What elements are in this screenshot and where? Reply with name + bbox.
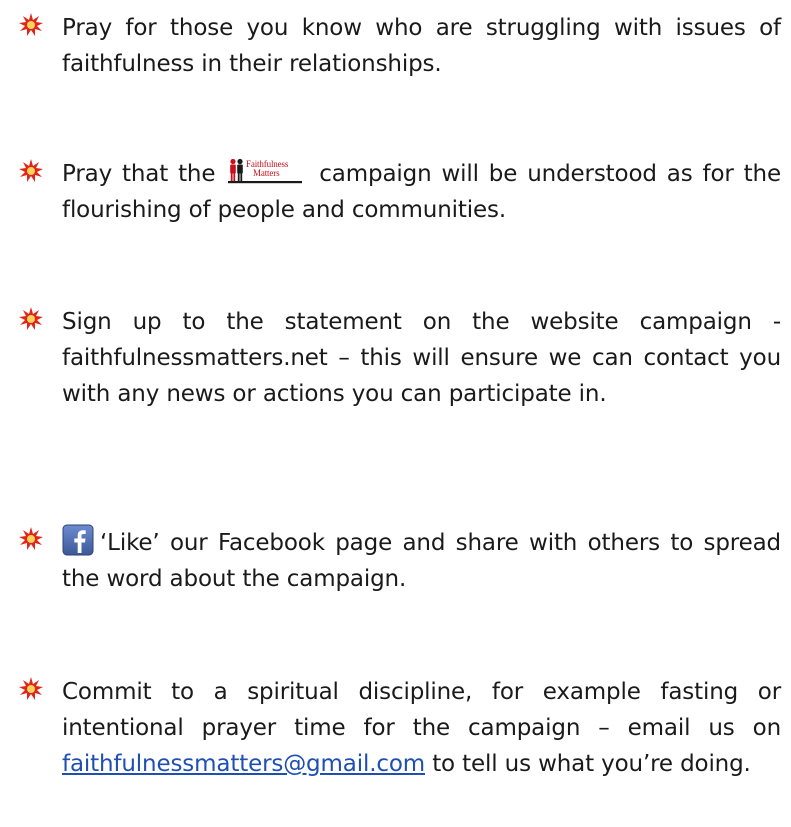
list-item-text-content: ‘Like’ our Facebook page and share with … (62, 530, 781, 592)
starburst-bullet-icon (19, 307, 43, 330)
starburst-bullet-icon (19, 677, 43, 700)
faithfulness-matters-logo-icon: Faithfulness Matters (228, 158, 303, 184)
list-item-text: Commit to a spiritual discipline, for ex… (62, 674, 781, 782)
prayer-action-list: Pray for those you know who are struggli… (0, 0, 791, 827)
list-item-text: Pray that the Faithfulness Matters campa… (62, 156, 781, 228)
list-item: Commit to a spiritual discipline, for ex… (18, 674, 783, 782)
list-item-text-after: to tell us what you’re doing. (425, 751, 751, 777)
list-item-text-before: Commit to a spiritual discipline, for ex… (62, 679, 781, 741)
starburst-bullet-icon (19, 13, 43, 36)
facebook-icon[interactable] (62, 524, 94, 556)
list-item: Pray that the Faithfulness Matters campa… (18, 156, 783, 228)
starburst-bullet-icon (19, 527, 43, 550)
list-item: Pray for those you know who are struggli… (18, 10, 783, 82)
list-item: ‘Like’ our Facebook page and share with … (18, 524, 783, 597)
starburst-bullet-icon (19, 159, 43, 182)
list-item-text: ‘Like’ our Facebook page and share with … (62, 524, 781, 597)
list-item-text: Pray for those you know who are struggli… (62, 15, 781, 77)
list-item: Sign up to the statement on the website … (18, 304, 783, 412)
logo-line-2: Matters (253, 168, 280, 178)
list-item-text-before: Pray that the (62, 161, 226, 187)
email-link[interactable]: faithfulnessmatters@gmail.com (62, 751, 425, 777)
list-item-text: Sign up to the statement on the website … (62, 309, 781, 407)
